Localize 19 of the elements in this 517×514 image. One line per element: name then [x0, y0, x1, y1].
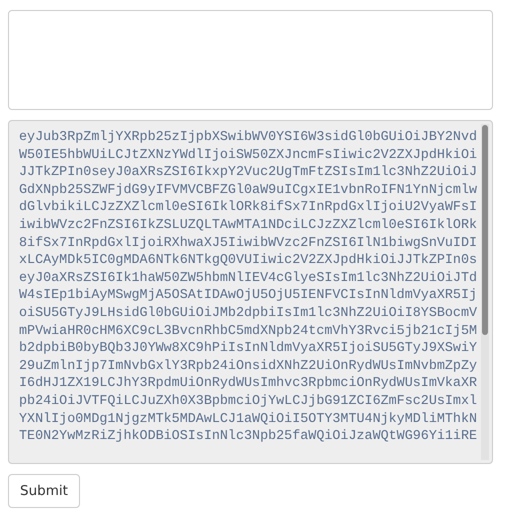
code-line: 29uZmlnIjp7ImNvbGxlY3Rpb24iOnsidXNhZ2UiOnRydWUsImNvbmZpZy — [19, 358, 474, 376]
code-line: eyJ0aXRsZSI6Ik1haW50ZW5hbmNlIEV4cGlyeSIsIm1lc3NhZ2UiOiJTd — [19, 270, 474, 288]
scrollbar-thumb[interactable] — [482, 125, 488, 335]
code-line: eyJub3RpZmljYXRpb25zIjpbXSwibWV0YSI6W3sidGl0bGUiOiJBY2Nvd — [19, 129, 474, 147]
code-line: W4sIEp1biAyMSwgMjA5OSAtIDAwOjU5OjU5IENFVCIsInNldmVyaXR5Ij — [19, 287, 474, 305]
code-line: JJTkZPIn0seyJ0aXRsZSI6IkxpY2Vuc2UgTmFtZSIsIm1lc3NhZ2UiOiJ — [19, 164, 474, 182]
code-line: W50IE5hbWUiLCJtZXNzYWdlIjoiSW50ZXJncmFsIiwic2V2ZXJpdHkiOi — [19, 146, 474, 164]
code-line: pb24iOiJVTFQiLCJuZXh0X3BpbmciOjYwLCJjbG91ZCI6ZmFsc2UsImxl — [19, 392, 474, 410]
code-line: 8ifSx7InRpdGxlIjoiRXhwaXJ5IiwibWVzc2FnZSI6IlN1biwgSnVuIDI — [19, 234, 474, 252]
code-line: xLCAyMDk5IC0gMDA6NTk6NTkgQ0VUIiwic2V2ZXJpdHkiOiJJTkZPIn0s — [19, 252, 474, 270]
code-line: iwibWVzc2FnZSI6IkZSLUZQLTAwMTA1NDciLCJzZXZlcml0eSI6IklORk — [19, 216, 474, 235]
text-area[interactable] — [8, 10, 493, 110]
code-line: I6dHJ1ZX19LCJhY3RpdmUiOnRydWUsImhvc3RpbmciOnRydWUsImVkaXR — [19, 375, 474, 393]
code-line: YXNlIjo0MDg1NjgzMTk5MDAwLCJ1aWQiOiI5OTY3MTU4NjkyMDliMThkN — [19, 410, 474, 428]
submit-button[interactable]: Submit — [8, 474, 80, 508]
code-line: mPVwiaHR0cHM6XC9cL3BvcnRhbC5mdXNpb24tcmVhY3Rvci5jb21cIj5M — [19, 322, 474, 340]
code-line: dGlvbikiLCJzZXZlcml0eSI6IklORk8ifSx7InRpdGxlIjoiU2VyaWFsI — [19, 199, 474, 217]
code-line: TE0N2YwMzRiZjhkODBiOSIsInNlc3Npb25faWQiOiJzaWQtWG96Yi1iRE — [19, 428, 474, 446]
code-text-area[interactable] — [8, 120, 493, 464]
